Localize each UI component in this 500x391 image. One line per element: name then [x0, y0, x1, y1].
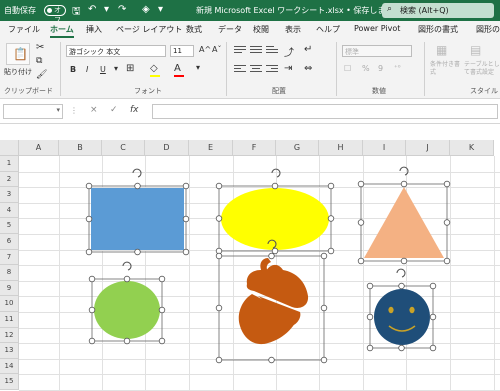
rotate-icon[interactable] — [122, 261, 132, 271]
resize-handle[interactable] — [366, 313, 374, 321]
rotate-icon[interactable] — [132, 168, 142, 178]
resize-handle[interactable] — [215, 304, 223, 312]
resize-handle[interactable] — [158, 306, 166, 314]
resize-handle[interactable] — [271, 247, 279, 255]
resize-handle[interactable] — [182, 182, 190, 190]
resize-handle[interactable] — [271, 182, 279, 190]
resize-handle[interactable] — [215, 182, 223, 190]
resize-handle[interactable] — [320, 356, 328, 364]
resize-handle[interactable] — [85, 215, 93, 223]
resize-handle[interactable] — [320, 252, 328, 260]
rotate-icon[interactable] — [396, 268, 406, 278]
resize-handle[interactable] — [85, 182, 93, 190]
resize-handle[interactable] — [320, 304, 328, 312]
resize-handle[interactable] — [400, 257, 408, 265]
smiley-shape[interactable] — [374, 289, 430, 345]
resize-handle[interactable] — [357, 180, 365, 188]
resize-handle[interactable] — [85, 248, 93, 256]
resize-handle[interactable] — [398, 344, 405, 352]
resize-handle[interactable] — [327, 215, 335, 222]
smiley-right-eye — [409, 306, 415, 314]
resize-handle[interactable] — [327, 247, 335, 255]
rotate-icon[interactable] — [399, 166, 409, 176]
resize-handle[interactable] — [88, 275, 96, 283]
resize-handle[interactable] — [443, 219, 451, 226]
resize-handle[interactable] — [327, 182, 335, 190]
resize-handle[interactable] — [398, 282, 405, 290]
circle-shape[interactable] — [94, 281, 160, 339]
resize-handle[interactable] — [182, 248, 190, 256]
resize-handle[interactable] — [443, 180, 451, 188]
resize-handle[interactable] — [268, 252, 275, 260]
resize-handle[interactable] — [88, 337, 96, 345]
resize-handle[interactable] — [158, 337, 166, 345]
resize-handle[interactable] — [400, 180, 408, 188]
resize-handle[interactable] — [182, 215, 190, 223]
smiley-left-eye — [388, 306, 394, 314]
resize-handle[interactable] — [158, 275, 166, 283]
resize-handle[interactable] — [357, 219, 365, 226]
resize-handle[interactable] — [134, 248, 141, 256]
resize-handle[interactable] — [366, 344, 374, 352]
resize-handle[interactable] — [215, 252, 223, 260]
resize-handle[interactable] — [429, 313, 437, 321]
resize-handle[interactable] — [429, 344, 437, 352]
acorn-shape[interactable] — [238, 264, 309, 345]
resize-handle[interactable] — [357, 257, 365, 265]
resize-handle[interactable] — [134, 182, 141, 190]
resize-handle[interactable] — [366, 282, 374, 290]
resize-handle[interactable] — [123, 275, 131, 283]
resize-handle[interactable] — [268, 356, 275, 364]
resize-handle[interactable] — [215, 215, 223, 222]
resize-handle[interactable] — [443, 257, 451, 265]
triangle-shape[interactable] — [364, 187, 444, 258]
resize-handle[interactable] — [429, 282, 437, 290]
rectangle-shape[interactable] — [91, 188, 184, 250]
rotate-icon[interactable] — [271, 168, 281, 178]
resize-handle[interactable] — [123, 337, 131, 345]
shapes-layer — [85, 166, 451, 364]
resize-handle[interactable] — [215, 356, 223, 364]
resize-handle[interactable] — [88, 306, 96, 314]
